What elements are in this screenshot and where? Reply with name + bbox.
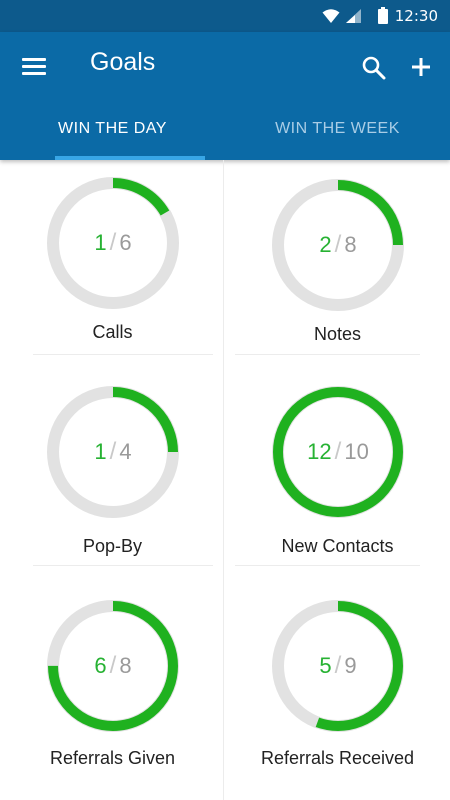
goal-target-count: 4: [119, 439, 132, 464]
goal-card-pop-by[interactable]: 1/4 Pop-By: [0, 372, 225, 584]
tab-win-the-week[interactable]: WIN THE WEEK: [225, 114, 450, 160]
goal-card-referrals-received[interactable]: 5/9 Referrals Received: [225, 584, 450, 796]
battery-icon: [378, 7, 388, 24]
search-icon[interactable]: [360, 54, 388, 82]
goal-card-new-contacts[interactable]: 12/10 New Contacts: [225, 372, 450, 584]
progress-count: 5/9: [319, 652, 357, 679]
signal-icon: [346, 9, 361, 23]
status-time: 12:30: [394, 7, 438, 25]
tab-win-the-day[interactable]: WIN THE DAY: [0, 114, 225, 160]
progress-ring: 6/8: [43, 596, 183, 736]
progress-ring: 2/8: [268, 175, 408, 315]
progress-ring: 12/10: [268, 382, 408, 522]
progress-ring: 1/4: [43, 382, 183, 522]
goal-label: Calls: [92, 322, 133, 342]
status-bar: 12:30: [0, 0, 450, 32]
progress-count: 12/10: [307, 438, 369, 465]
goal-done-count: 1: [94, 439, 107, 464]
goal-label: Pop-By: [82, 536, 143, 556]
goal-done-count: 5: [319, 653, 332, 678]
goal-done-count: 6: [94, 653, 107, 678]
tab-bar: WIN THE DAY WIN THE WEEK: [0, 114, 450, 160]
progress-count: 1/4: [94, 438, 132, 465]
progress-ring: 5/9: [268, 596, 408, 736]
goal-done-count: 12: [307, 439, 332, 464]
progress-ring: 1/6: [43, 173, 183, 313]
progress-count: 2/8: [319, 231, 357, 258]
goal-target-count: 10: [344, 439, 369, 464]
goal-label: Referrals Received: [260, 748, 415, 768]
progress-count: 1/6: [94, 229, 132, 256]
goal-label: Referrals Given: [49, 748, 176, 768]
goal-done-count: 1: [94, 230, 107, 255]
hamburger-menu-icon: [22, 58, 48, 75]
goal-card-calls[interactable]: 1/6 Calls: [0, 160, 225, 372]
app-bar: Goals WIN THE DAY WIN THE WEEK: [0, 32, 450, 160]
wifi-icon: [322, 9, 340, 23]
goal-card-notes[interactable]: 2/8 Notes: [225, 160, 450, 372]
goal-label: Notes: [313, 324, 362, 344]
goal-target-count: 9: [344, 653, 357, 678]
goal-target-count: 8: [119, 653, 132, 678]
page-title: Goals: [90, 48, 156, 76]
progress-count: 6/8: [94, 652, 132, 679]
goal-card-referrals-given[interactable]: 6/8 Referrals Given: [0, 584, 225, 796]
goal-done-count: 2: [319, 232, 332, 257]
menu-button[interactable]: [22, 55, 48, 77]
goals-grid: 1/6 Calls 2/8 Notes 1/4 Pop-By 12 / 10 N…: [0, 160, 450, 800]
goal-target-count: 8: [344, 232, 357, 257]
goal-label: New Contacts: [281, 536, 394, 556]
add-icon[interactable]: [406, 52, 436, 82]
goal-target-count: 6: [119, 230, 132, 255]
